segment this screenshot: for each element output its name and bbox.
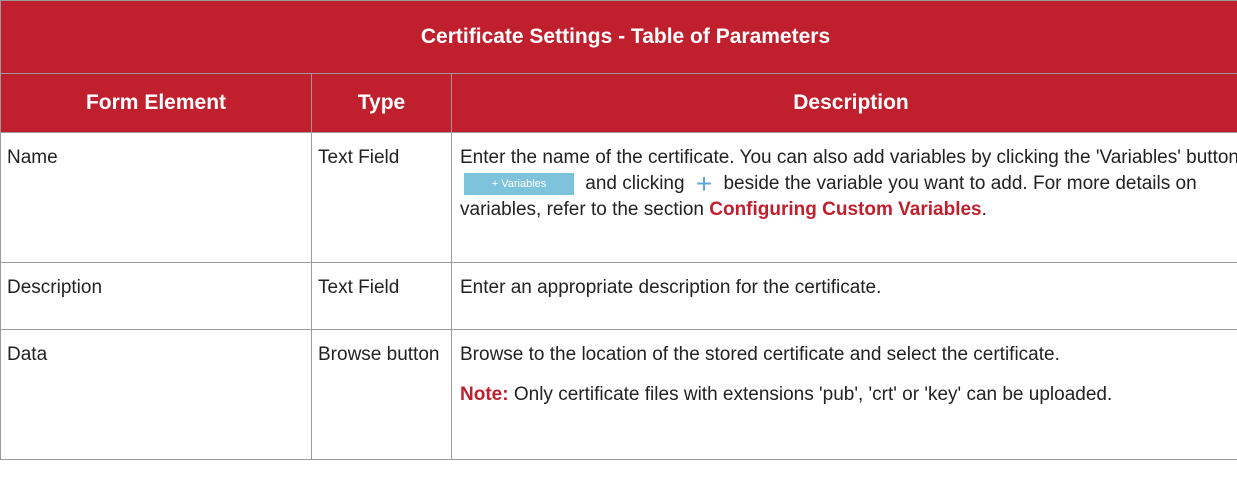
- note-label: Note:: [460, 384, 509, 405]
- header-type: Type: [311, 73, 452, 133]
- table-title: Certificate Settings - Table of Paramete…: [0, 0, 1237, 74]
- row-description-type: Text Field: [311, 262, 452, 330]
- header-form-element: Form Element: [0, 73, 312, 133]
- header-description: Description: [450, 73, 1237, 133]
- plus-icon: +: [695, 167, 713, 199]
- table-header-row: Form Element Type Description: [0, 73, 1237, 133]
- name-desc-part1: Enter the name of the certificate. You c…: [460, 147, 1237, 168]
- table-title-row: Certificate Settings - Table of Paramete…: [0, 0, 1237, 74]
- row-data-element: Data: [0, 329, 312, 460]
- data-desc-text: Browse to the location of the stored cer…: [460, 344, 1060, 365]
- row-name-type: Text Field: [311, 132, 452, 263]
- name-desc-part2: and clicking: [585, 173, 685, 194]
- note-text: Only certificate files with extensions '…: [513, 384, 1113, 405]
- variables-button-image: + Variables: [464, 172, 574, 195]
- row-description-description: Enter an appropriate description for the…: [450, 262, 1237, 330]
- name-desc-end: .: [981, 199, 987, 220]
- row-name-description: Enter the name of the certificate. You c…: [450, 132, 1237, 263]
- row-name-element: Name: [0, 132, 312, 263]
- row-data-type: Browse button: [311, 329, 452, 460]
- table-row: Name Text Field Enter the name of the ce…: [0, 132, 1237, 263]
- certificate-settings-table-wrapper: Certificate Settings - Table of Paramete…: [0, 0, 1237, 460]
- configuring-custom-variables-link[interactable]: Configuring Custom Variables: [709, 199, 981, 220]
- row-description-element: Description: [0, 262, 312, 330]
- table-row: Data Browse button Browse to the locatio…: [0, 329, 1237, 460]
- parameters-table: Certificate Settings - Table of Paramete…: [0, 0, 1237, 460]
- row-data-description: Browse to the location of the stored cer…: [450, 329, 1237, 460]
- data-note: Note: Only certificate files with extens…: [460, 382, 1237, 408]
- table-row: Description Text Field Enter an appropri…: [0, 262, 1237, 330]
